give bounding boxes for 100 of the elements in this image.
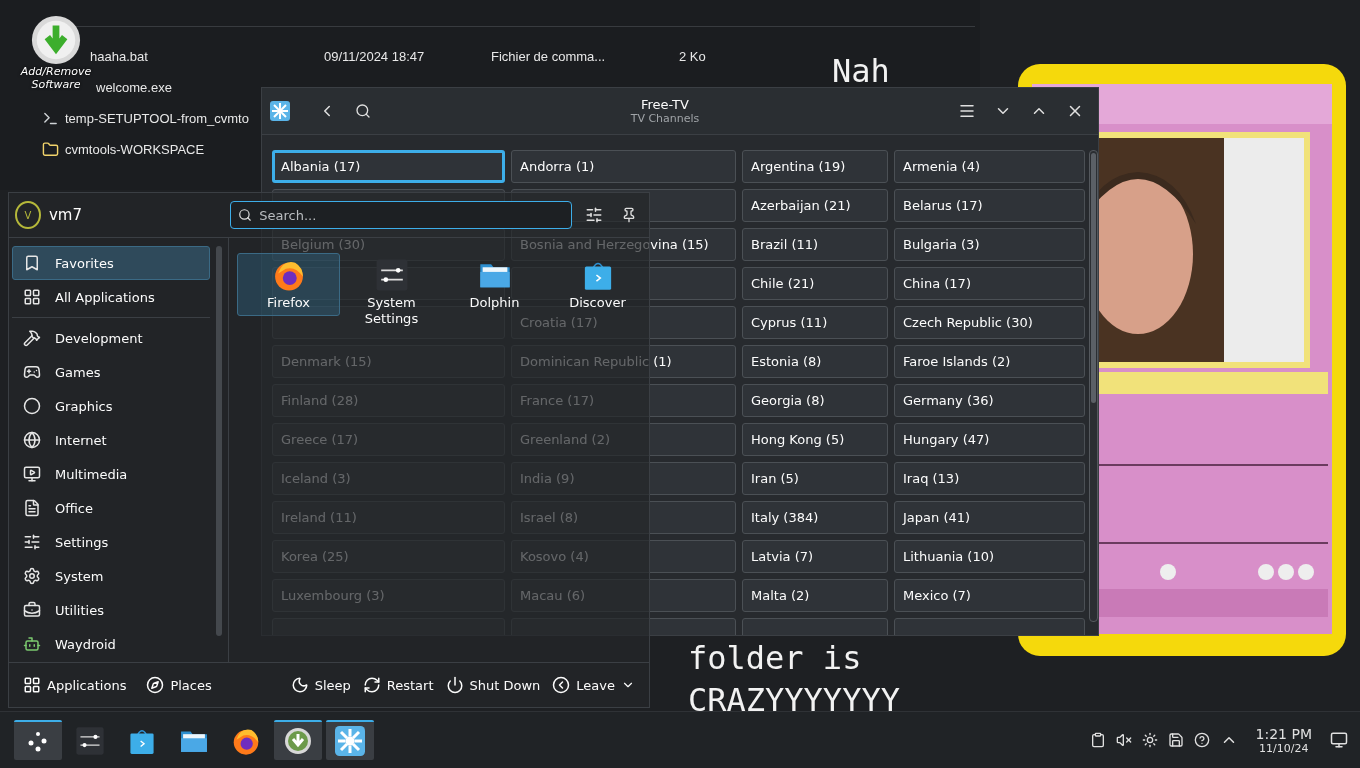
taskbar-button[interactable] — [274, 720, 322, 760]
file-date: 09/11/2024 18:47 — [324, 49, 426, 64]
category-item[interactable]: All Applications — [12, 280, 211, 314]
sun-icon[interactable] — [1141, 732, 1158, 748]
folder-icon — [42, 141, 59, 158]
document-icon — [23, 499, 41, 517]
sliders-icon — [75, 726, 105, 756]
compass-icon — [146, 676, 165, 694]
country-button[interactable]: Chile (21) — [742, 267, 888, 300]
country-button[interactable]: Mexico (7) — [894, 579, 1085, 612]
power-button[interactable]: Sleep — [284, 669, 357, 701]
search-icon — [355, 103, 371, 119]
show-desktop-icon[interactable] — [1330, 731, 1348, 749]
user-avatar[interactable]: V — [15, 201, 41, 229]
country-button[interactable]: China (17) — [894, 267, 1085, 300]
country-button[interactable]: Azerbaijan (21) — [742, 189, 888, 222]
taskbar-button[interactable] — [14, 720, 62, 760]
footer-tab[interactable]: Applications — [17, 669, 133, 701]
moon-icon — [290, 676, 309, 694]
menu-icon — [958, 102, 976, 120]
sliders-icon — [584, 206, 603, 224]
grid-icon — [23, 676, 41, 694]
snowflake-icon — [335, 726, 365, 756]
country-button[interactable]: Czech Republic (30) — [894, 306, 1085, 339]
power-button[interactable]: Restart — [356, 669, 440, 701]
country-button[interactable]: Brazil (11) — [742, 228, 888, 261]
country-button[interactable]: Italy (384) — [742, 501, 888, 534]
country-button[interactable]: Malta (2) — [742, 579, 888, 612]
user-name: vm7 — [48, 206, 83, 224]
desktop-icon-label[interactable]: Add/Remove Software — [20, 66, 92, 92]
country-button[interactable]: Latvia (7) — [742, 540, 888, 573]
category-item[interactable]: Development — [12, 321, 211, 355]
clock-date[interactable]: 11/10/24 — [1259, 741, 1309, 755]
country-button[interactable]: Iraq (13) — [894, 462, 1085, 495]
hammer-icon — [23, 329, 41, 347]
country-button[interactable]: Georgia (8) — [742, 384, 888, 417]
monitor-icon — [23, 465, 41, 483]
clock-time[interactable]: 1:21 PM — [1255, 725, 1312, 742]
taskbar-button[interactable] — [326, 720, 374, 760]
power-button[interactable]: Leave — [546, 669, 641, 701]
file-size: 2 Ko — [679, 49, 707, 64]
app-tile[interactable]: Firefox — [237, 253, 340, 316]
leave-icon — [552, 676, 571, 694]
app-tile[interactable]: Dolphin — [443, 253, 546, 316]
category-item[interactable]: Office — [12, 491, 211, 525]
sliders-icon — [23, 533, 41, 551]
category-item[interactable]: Graphics — [12, 389, 211, 423]
country-button[interactable]: Andorra (1) — [511, 150, 736, 183]
category-item[interactable]: Internet — [12, 423, 211, 457]
grid-icon — [23, 288, 41, 306]
country-button[interactable]: Cyprus (11) — [742, 306, 888, 339]
bookmark-icon — [23, 254, 41, 272]
power-button[interactable]: Shut Down — [439, 669, 547, 701]
scrollbar[interactable] — [1089, 150, 1098, 622]
window-subtitle: TV Channels — [630, 112, 700, 125]
country-button[interactable]: Hong Kong (5) — [742, 423, 888, 456]
category-item[interactable]: System — [12, 559, 211, 593]
search-field[interactable]: Search... — [230, 201, 573, 229]
gamepad-icon — [23, 363, 41, 381]
country-button[interactable]: Argentina (19) — [742, 150, 888, 183]
scrollbar[interactable] — [216, 246, 223, 636]
help-icon[interactable] — [1193, 732, 1210, 748]
robot-icon — [23, 635, 41, 653]
category-item[interactable]: Multimedia — [12, 457, 211, 491]
meme-text: folder is — [688, 638, 863, 679]
meme-text: Nah — [832, 52, 890, 90]
window-title: Free-TV — [641, 97, 689, 112]
app-tile[interactable]: System Settings — [340, 253, 443, 332]
footer-tab[interactable]: Places — [140, 669, 218, 701]
download-icon[interactable] — [30, 14, 82, 66]
terminal-icon — [42, 110, 59, 127]
file-name[interactable]: haaha.bat — [90, 49, 148, 64]
file-name[interactable]: cvmtools-WORKSPACE — [65, 142, 205, 157]
country-button[interactable]: Bulgaria (3) — [894, 228, 1085, 261]
file-name[interactable]: temp-SETUPTOOL-from_cvmto — [65, 111, 249, 126]
country-button[interactable]: Belarus (17) — [894, 189, 1085, 222]
file-name[interactable]: welcome.exe — [96, 80, 172, 95]
category-item[interactable]: Games — [12, 355, 211, 389]
clipboard-icon[interactable] — [1089, 732, 1106, 748]
country-button[interactable]: Germany (36) — [894, 384, 1085, 417]
country-button[interactable]: Lithuania (10) — [894, 540, 1085, 573]
muted-speaker-icon[interactable] — [1115, 732, 1132, 748]
country-button[interactable]: Estonia (8) — [742, 345, 888, 378]
category-item[interactable]: Waydroid — [12, 627, 211, 661]
app-tile[interactable]: Discover — [546, 253, 649, 316]
country-button[interactable]: Faroe Islands (2) — [894, 345, 1085, 378]
country-button[interactable]: Japan (41) — [894, 501, 1085, 534]
country-button[interactable]: Armenia (4) — [894, 150, 1085, 183]
power-icon — [445, 676, 464, 694]
country-button[interactable]: Hungary (47) — [894, 423, 1085, 456]
restart-icon — [362, 676, 381, 694]
meme-text: CRAZYYYYYYY — [688, 680, 900, 711]
circle-icon — [23, 397, 41, 415]
category-item[interactable]: Favorites — [12, 246, 211, 280]
category-item[interactable]: Utilities — [12, 593, 211, 627]
country-button[interactable]: Albania (17) — [272, 150, 505, 183]
toolbox-icon — [23, 601, 41, 619]
download-icon — [283, 726, 313, 756]
category-item[interactable]: Settings — [12, 525, 211, 559]
country-button[interactable]: Iran (5) — [742, 462, 888, 495]
